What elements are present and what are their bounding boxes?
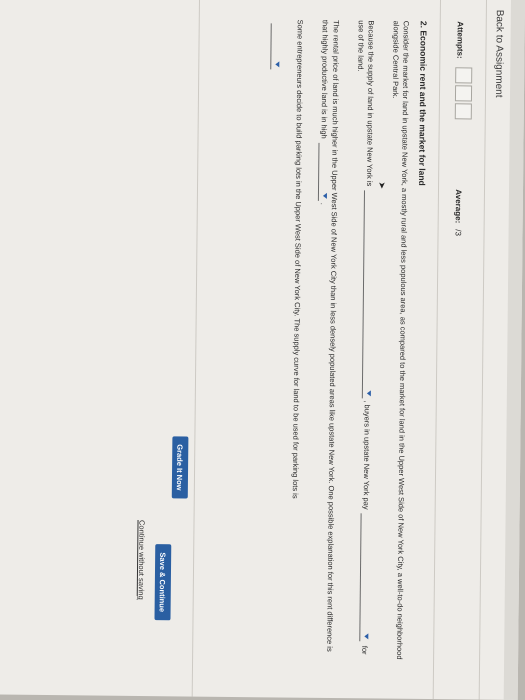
top-bar	[503, 0, 525, 700]
save-and-continue-button[interactable]: Save & Continue	[154, 544, 172, 621]
back-to-assignment-link[interactable]: Back to Assignment	[493, 10, 505, 98]
attempt-box-1	[455, 67, 473, 84]
attempt-box-3	[454, 103, 472, 120]
section-divider	[432, 0, 442, 700]
supply-dropdown[interactable]	[361, 190, 375, 399]
question-title: 2. Economic rent and the market for land	[417, 20, 429, 186]
question-paragraph-parking: Some entrepreneurs decide to build parki…	[288, 20, 305, 660]
chevron-down-icon	[275, 61, 280, 68]
average-value: /3	[453, 229, 463, 236]
average-display: Average: /3	[454, 189, 463, 236]
chevron-down-icon	[364, 633, 369, 640]
question-paragraph-rent: The rental price of land is much higher …	[313, 20, 341, 660]
attempts-label: Attempts:	[455, 21, 465, 59]
chevron-down-icon	[322, 192, 327, 199]
parking-supply-dropdown[interactable]	[270, 23, 282, 70]
parking-supply-answer	[270, 21, 289, 71]
grade-it-now-button[interactable]: Grade It Now	[171, 436, 189, 499]
assignment-page: Back to Assignment Attempts: Average:/3 …	[0, 0, 525, 700]
price-dropdown[interactable]	[359, 513, 372, 642]
average-label: Average:	[453, 189, 464, 224]
attempt-box-2	[454, 85, 473, 102]
header-divider	[478, 0, 488, 700]
p3-text-1: The rental price of land is much higher …	[319, 19, 341, 652]
p2-text-1: Because the supply of land in upstate Ne…	[365, 20, 376, 187]
p3-text-2: .	[318, 202, 328, 205]
demand-dropdown[interactable]	[317, 142, 330, 201]
question-paragraph-supply: Because the supply of land in upstate Ne…	[349, 20, 377, 660]
mouse-cursor-icon: ➤	[377, 181, 388, 190]
question-intro: Consider the market for land in upstate …	[390, 20, 411, 660]
footer-divider	[191, 0, 201, 697]
p2-text-2: , buyers in upstate New York pay	[361, 400, 372, 510]
p4-text: Some entrepreneurs decide to build parki…	[290, 19, 305, 499]
continue-without-saving-link[interactable]: Continue without saving	[137, 520, 147, 600]
chevron-down-icon	[366, 390, 371, 397]
